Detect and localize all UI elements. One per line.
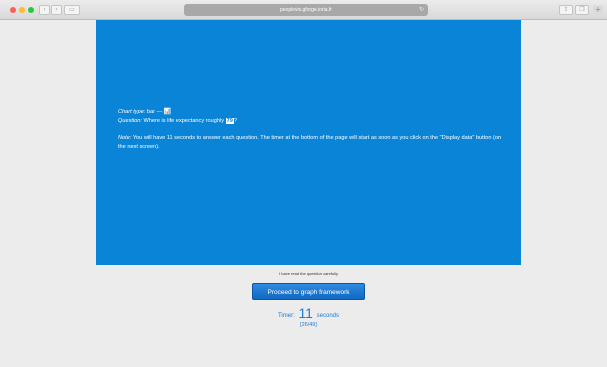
- tabs-overview-button[interactable]: ❐: [575, 5, 589, 15]
- question-text-block: Chart type: bar — 📊 Question: Where is l…: [118, 107, 503, 152]
- timer: Timer: 11 seconds: [96, 306, 521, 323]
- sidebar-icon: ▭: [69, 6, 75, 13]
- question-end: ?: [233, 118, 237, 124]
- sidebar-button[interactable]: ▭: [64, 5, 80, 15]
- url-text: peoplevis.gforge.inria.fr: [280, 7, 332, 13]
- forward-button[interactable]: ›: [51, 5, 62, 15]
- chevron-right-icon: ›: [55, 6, 58, 13]
- timer-value: 11: [298, 305, 313, 321]
- new-tab-button[interactable]: +: [593, 5, 603, 15]
- minimize-window-button[interactable]: [19, 7, 25, 13]
- question-value: 79: [225, 118, 234, 124]
- note-line: Note: You will have 11 seconds to answer…: [118, 134, 503, 152]
- question-panel: Chart type: bar — 📊 Question: Where is l…: [96, 20, 521, 265]
- address-bar[interactable]: peoplevis.gforge.inria.fr ↻: [184, 4, 428, 16]
- note-text: You will have 11 seconds to answer each …: [118, 135, 502, 150]
- browser-toolbar: ‹ › ▭ peoplevis.gforge.inria.fr ↻ ⇪ ❐ +: [0, 0, 607, 20]
- bar-chart-icon: 📊: [163, 108, 172, 115]
- share-button[interactable]: ⇪: [559, 5, 573, 15]
- timer-unit: seconds: [316, 313, 340, 319]
- note-label: Note:: [118, 135, 132, 141]
- question-label: Question:: [118, 118, 142, 124]
- chart-type-line: Chart type: bar — 📊: [118, 107, 503, 117]
- question-line: Question: Where is life expectancy rough…: [118, 117, 503, 126]
- plus-icon: +: [594, 5, 602, 14]
- chart-type-label: Chart type:: [118, 109, 146, 115]
- share-icon: ⇪: [563, 6, 569, 13]
- tabs-icon: ❐: [579, 6, 585, 13]
- proceed-button[interactable]: Proceed to graph framework: [252, 283, 365, 300]
- progress-counter: [26/49]: [300, 322, 317, 328]
- acknowledgement-text: I have read the question carefully: [279, 271, 338, 276]
- chevron-left-icon: ‹: [43, 6, 46, 13]
- chart-type-value: bar —: [145, 109, 164, 115]
- timer-label: Timer:: [277, 313, 295, 319]
- zoom-window-button[interactable]: [28, 7, 34, 13]
- close-window-button[interactable]: [10, 7, 16, 13]
- reload-icon[interactable]: ↻: [419, 4, 424, 16]
- question-text: Where is life expectancy roughly: [141, 118, 226, 124]
- back-button[interactable]: ‹: [39, 5, 50, 15]
